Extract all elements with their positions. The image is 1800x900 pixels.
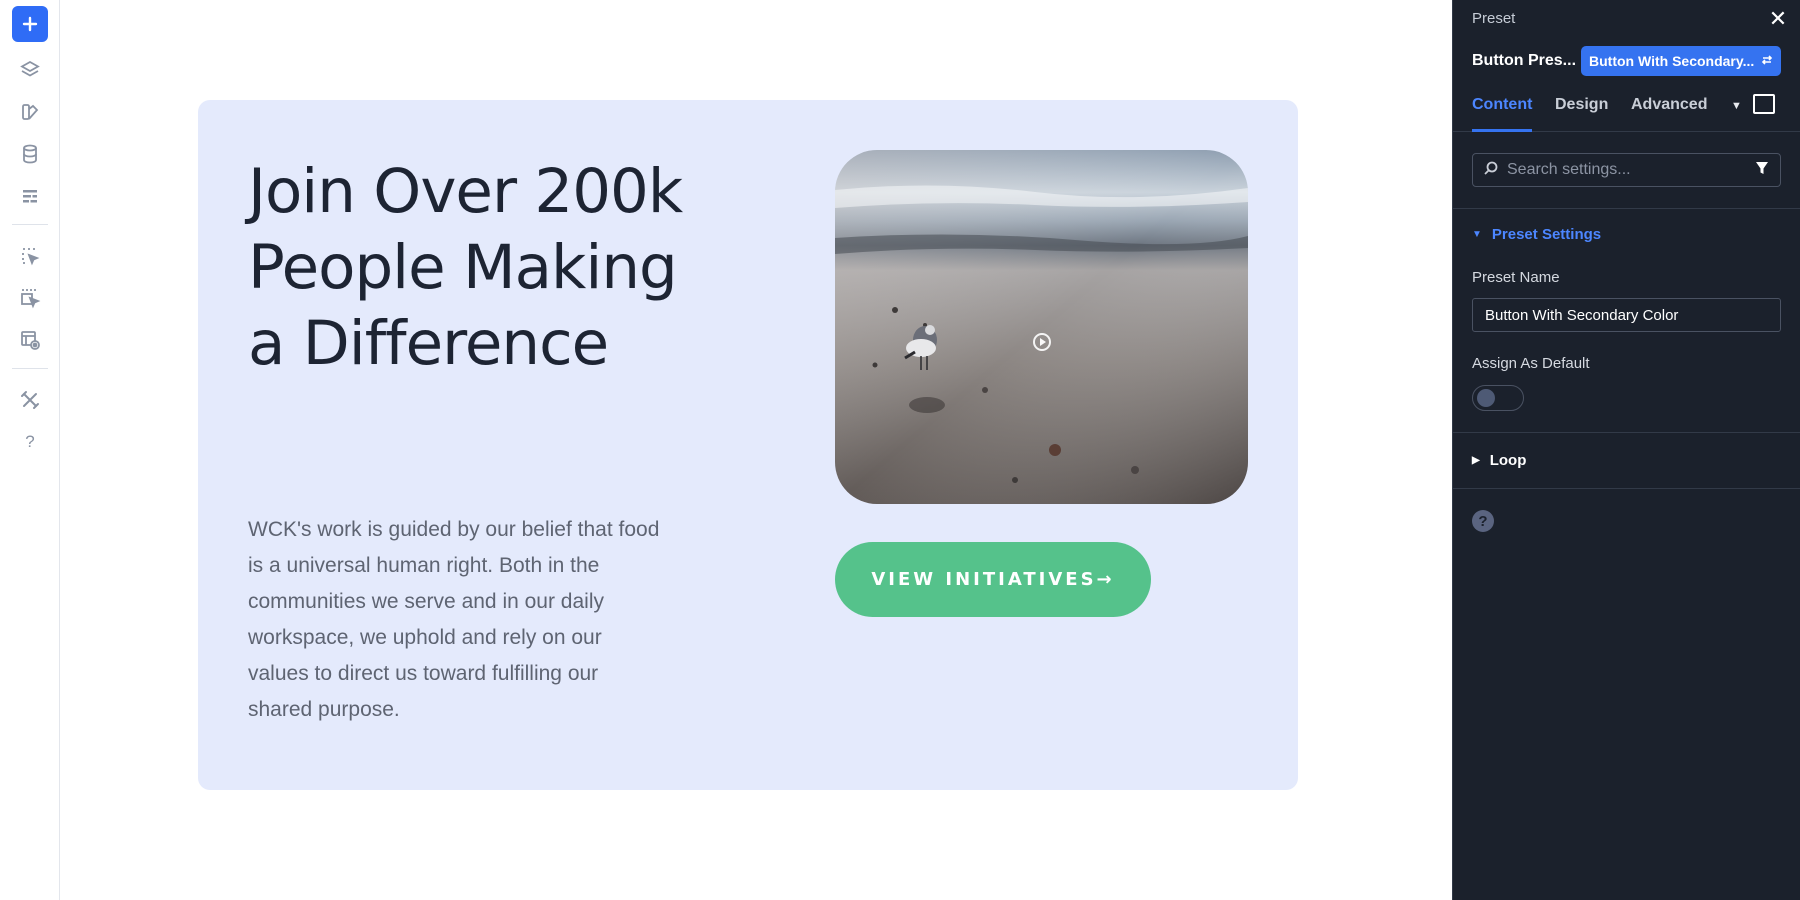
add-icon[interactable] [12, 6, 48, 42]
search-icon [1483, 160, 1499, 181]
caret-down-icon: ▼ [1472, 229, 1482, 240]
layout-icon[interactable] [12, 178, 48, 214]
panel-title: Preset [1472, 10, 1516, 27]
search-input[interactable] [1507, 161, 1754, 179]
palette-icon[interactable] [12, 94, 48, 130]
hero-headline: Join Over 200k People Making a Differenc… [248, 156, 683, 379]
multi-select-icon[interactable] [12, 280, 48, 316]
preset-select-value: Button With Secondary... [1589, 53, 1755, 69]
toolbar-divider [12, 368, 48, 369]
loop-label: Loop [1489, 452, 1527, 469]
preset-name-label: Preset Name [1472, 269, 1560, 286]
caret-down-icon[interactable]: ▼ [1731, 100, 1742, 112]
preset-settings-label: Preset Settings [1491, 226, 1602, 243]
preset-select[interactable]: Button With Secondary... [1581, 46, 1781, 76]
builder-toolbar: ? [0, 0, 60, 900]
filter-icon[interactable] [1754, 160, 1770, 181]
page-canvas: Join Over 200k People Making a Differenc… [60, 0, 1504, 900]
close-icon[interactable]: ✕ [1767, 8, 1789, 30]
settings-panel: Preset ✕ Button Pres... Button With Seco… [1452, 0, 1800, 900]
database-icon[interactable] [12, 136, 48, 172]
tools-icon[interactable] [12, 382, 48, 418]
view-initiatives-button[interactable]: VIEW INITIATIVES→ [835, 542, 1151, 617]
caret-right-icon: ▶ [1472, 455, 1480, 466]
preset-name-field[interactable] [1472, 298, 1781, 332]
panel-divider [1453, 208, 1800, 209]
preset-settings-toggle[interactable]: ▼ Preset Settings [1472, 226, 1601, 243]
help-icon[interactable]: ? [1472, 510, 1494, 532]
panel-divider [1453, 432, 1800, 433]
beach-seagull-image [835, 150, 1248, 504]
swap-icon [1761, 53, 1773, 69]
tab-content[interactable]: Content [1472, 88, 1533, 132]
preview-icon[interactable] [12, 322, 48, 358]
loop-toggle[interactable]: ▶ Loop [1472, 452, 1526, 469]
help-icon[interactable]: ? [12, 424, 48, 460]
play-icon[interactable] [1033, 333, 1051, 351]
layers-icon[interactable] [12, 52, 48, 88]
select-cursor-icon[interactable] [12, 238, 48, 274]
assign-default-toggle[interactable] [1472, 385, 1524, 411]
panel-divider [1453, 488, 1800, 489]
hero-section[interactable]: Join Over 200k People Making a Differenc… [198, 100, 1298, 790]
desktop-view-icon[interactable] [1753, 94, 1775, 114]
tab-advanced[interactable]: Advanced [1631, 88, 1707, 132]
search-settings [1472, 153, 1781, 187]
toolbar-divider [12, 224, 48, 225]
tab-design[interactable]: Design [1555, 88, 1608, 132]
panel-tabs: Content Design Advanced ▼ [1453, 88, 1800, 132]
toggle-knob [1477, 389, 1495, 407]
assign-default-label: Assign As Default [1472, 355, 1590, 372]
preset-label: Button Pres... [1472, 52, 1577, 69]
hero-body-text: WCK's work is guided by our belief that … [248, 518, 660, 721]
